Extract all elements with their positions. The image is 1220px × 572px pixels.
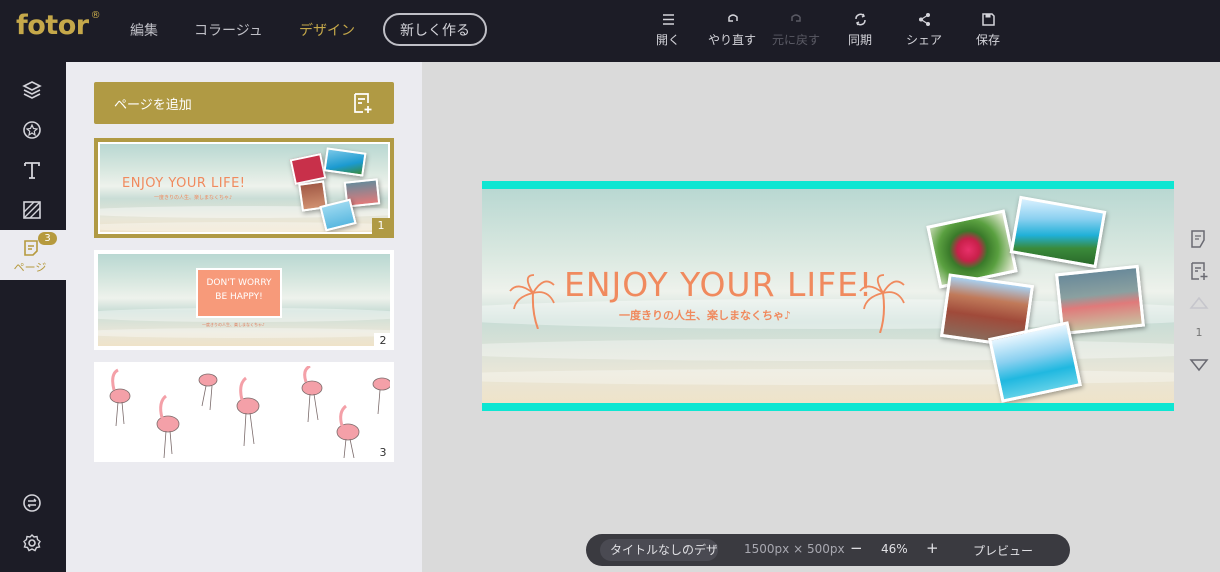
- add-page-button[interactable]: ページを追加: [94, 82, 394, 124]
- sync-button[interactable]: 同期: [830, 12, 890, 48]
- palm-tree-icon: [509, 274, 555, 329]
- share-icon: [918, 13, 930, 26]
- zoom-out-button[interactable]: −: [850, 539, 863, 557]
- left-tool-rail: 3 ページ: [0, 62, 66, 572]
- design-title-input[interactable]: タイトルなしのデザイン: [600, 539, 718, 561]
- page-number-3: 3: [374, 445, 392, 461]
- page-down-icon[interactable]: [1188, 354, 1210, 376]
- nav-design[interactable]: デザイン: [299, 20, 355, 40]
- canvas-workspace[interactable]: ENJOY YOUR LIFE! 一度きりの人生、楽しまなくちゃ♪: [422, 62, 1220, 572]
- nav-collage[interactable]: コラージュ: [194, 20, 263, 40]
- page-up-icon[interactable]: [1188, 292, 1210, 314]
- thumb-2-subtitle: 一度きりの人生、楽しまなくちゃ♪: [202, 322, 265, 327]
- redo-icon: [790, 14, 801, 22]
- flamingo-pattern: [109, 366, 390, 458]
- page-add-icon: [354, 93, 372, 113]
- thumb-2-title-line1: DON'T WORRY: [206, 278, 272, 288]
- undo-icon: [727, 14, 738, 22]
- menu-icon: [662, 14, 674, 25]
- page-thumbnail-3[interactable]: 3: [94, 362, 394, 462]
- canvas-dimensions: 1500px × 500px: [744, 542, 845, 556]
- create-new-button[interactable]: 新しく作る: [383, 13, 487, 46]
- page-number-1: 1: [372, 218, 390, 234]
- thumb-1-title: ENJOY YOUR LIFE!: [122, 176, 246, 191]
- pages-tab-label: ページ: [13, 261, 47, 274]
- page-thumbnail-2[interactable]: DON'T WORRY BE HAPPY! 一度きりの人生、楽しまなくちゃ♪ 2: [94, 250, 394, 350]
- beach-background: ENJOY YOUR LIFE! 一度きりの人生、楽しまなくちゃ♪: [482, 189, 1174, 403]
- text-icon[interactable]: [21, 159, 43, 181]
- fotor-logo[interactable]: fotor ®: [16, 10, 101, 41]
- settings-icon[interactable]: [21, 532, 43, 554]
- thumb-2-title-line2: BE HAPPY!: [215, 292, 263, 302]
- save-button[interactable]: 保存: [958, 12, 1018, 48]
- thumb-1-subtitle: 一度きりの人生、楽しまなくちゃ♪: [154, 195, 233, 201]
- adjust-icon[interactable]: [21, 492, 43, 514]
- current-page-number: 1: [1195, 326, 1203, 339]
- pages-tab[interactable]: 3 ページ: [0, 230, 66, 280]
- canvas-title[interactable]: ENJOY YOUR LIFE!: [564, 265, 873, 304]
- nav-edit[interactable]: 編集: [130, 20, 158, 40]
- page-count-badge: 3: [38, 232, 57, 245]
- page-thumbnail-1[interactable]: ENJOY YOUR LIFE! 一度きりの人生、楽しまなくちゃ♪ 1: [94, 138, 394, 238]
- pages-panel: ページを追加 ENJOY YOUR LIFE! 一度きりの人生、楽しまなくちゃ♪…: [66, 62, 422, 572]
- sync-icon: [854, 13, 866, 26]
- top-bar: fotor ® 編集 コラージュ デザイン 新しく作る 開く やり直す 元に戻す …: [0, 0, 1220, 62]
- background-icon[interactable]: [21, 199, 43, 221]
- open-button[interactable]: 開く: [638, 12, 698, 48]
- preview-button[interactable]: プレビュー: [973, 542, 1033, 559]
- sticker-icon[interactable]: [21, 119, 43, 141]
- redo-button[interactable]: 元に戻す: [766, 12, 826, 48]
- share-button[interactable]: シェア: [894, 12, 954, 48]
- design-canvas[interactable]: ENJOY YOUR LIFE! 一度きりの人生、楽しまなくちゃ♪: [482, 181, 1174, 411]
- page-duplicate-icon[interactable]: [1188, 228, 1210, 250]
- zoom-level: 46%: [881, 542, 908, 556]
- undo-button[interactable]: やり直す: [702, 12, 762, 48]
- zoom-in-button[interactable]: +: [926, 539, 939, 557]
- save-icon: [981, 13, 995, 26]
- layers-icon[interactable]: [21, 79, 43, 101]
- canvas-subtitle[interactable]: 一度きりの人生、楽しまなくちゃ♪: [619, 307, 791, 323]
- page-number-2: 2: [374, 333, 392, 349]
- page-add-icon[interactable]: [1188, 260, 1210, 282]
- page-icon: [24, 240, 38, 256]
- bottom-status-bar: タイトルなしのデザイン 1500px × 500px − 46% + プレビュー: [586, 534, 1070, 566]
